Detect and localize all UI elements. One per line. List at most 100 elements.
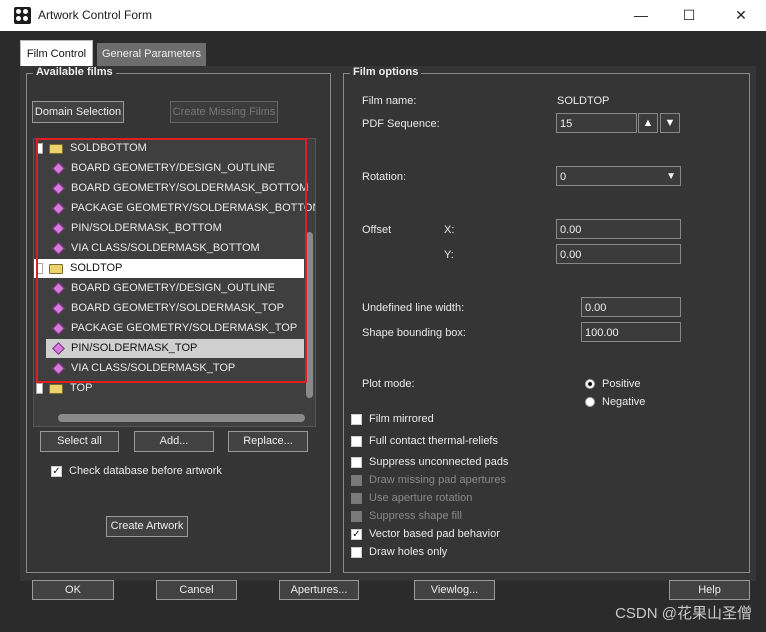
layer-item[interactable]: VIA CLASS/SOLDERMASK_BOTTOM <box>46 239 304 258</box>
option-label: Use aperture rotation <box>369 492 473 504</box>
film-item[interactable]: SOLDTOP <box>34 259 304 278</box>
layer-icon <box>52 242 65 255</box>
tab-film-control[interactable]: Film Control <box>20 40 93 66</box>
create-artwork-button[interactable]: Create Artwork <box>106 516 188 537</box>
shape-bounding-box-input[interactable]: 100.00 <box>581 322 681 342</box>
shape-bounding-box-label: Shape bounding box: <box>362 327 466 339</box>
option-checkbox[interactable] <box>351 475 362 486</box>
title-bar: Artwork Control Form — ☐ ✕ <box>0 0 766 31</box>
option-checkbox[interactable] <box>351 414 362 425</box>
watermark: CSDN @花果山圣僧 <box>615 605 752 622</box>
offset-y-label: Y: <box>444 249 454 261</box>
film-options-title: Film options <box>350 66 422 78</box>
option-checkbox[interactable] <box>351 547 362 558</box>
film-checkbox[interactable] <box>36 383 43 394</box>
ok-button[interactable]: OK <box>32 580 114 600</box>
add-button[interactable]: Add... <box>134 431 214 452</box>
layer-icon <box>52 222 65 235</box>
option-label: Vector based pad behavior <box>369 528 500 540</box>
maximize-button[interactable]: ☐ <box>666 0 712 31</box>
create-missing-films-button[interactable]: Create Missing Films <box>170 101 278 123</box>
layer-item[interactable]: BOARD GEOMETRY/DESIGN_OUTLINE <box>46 279 304 298</box>
layer-item[interactable]: BOARD GEOMETRY/SOLDERMASK_BOTTOM <box>46 179 308 198</box>
layer-icon <box>52 182 65 195</box>
option-label: Full contact thermal-reliefs <box>369 435 498 447</box>
option-checkbox[interactable] <box>351 511 362 522</box>
layer-label: PACKAGE GEOMETRY/SOLDERMASK_BOTTOM <box>71 202 316 214</box>
layer-icon <box>52 342 65 355</box>
film-checkbox[interactable] <box>36 263 43 274</box>
close-button[interactable]: ✕ <box>718 0 764 31</box>
film-checkbox[interactable] <box>36 143 43 154</box>
layer-icon <box>52 162 65 175</box>
layer-icon <box>52 322 65 335</box>
option-checkbox[interactable] <box>351 493 362 504</box>
option-label: Suppress unconnected pads <box>369 456 509 468</box>
option-label: Suppress shape fill <box>369 510 462 522</box>
layer-item[interactable]: VIA CLASS/SOLDERMASK_TOP <box>46 359 304 378</box>
negative-label: Negative <box>602 396 646 408</box>
folder-icon <box>49 144 63 154</box>
option-checkbox[interactable]: ✓ <box>351 529 362 540</box>
pdf-sequence-down-icon[interactable]: ▼ <box>660 113 680 133</box>
layer-icon <box>52 282 65 295</box>
film-label: TOP <box>70 382 93 394</box>
tree-horizontal-scrollbar[interactable] <box>58 414 305 422</box>
option-label: Draw holes only <box>369 546 448 558</box>
rotation-select[interactable]: 0 ▼ <box>556 166 681 186</box>
film-name-value: SOLDTOP <box>557 95 610 107</box>
select-all-button[interactable]: Select all <box>40 431 119 452</box>
rotation-value: 0 <box>560 171 567 183</box>
window-title: Artwork Control Form <box>38 8 153 22</box>
offset-y-input[interactable]: 0.00 <box>556 244 681 264</box>
films-tree[interactable]: SOLDBOTTOM BOARD GEOMETRY/DESIGN_OUTLINE B… <box>33 138 316 427</box>
pdf-sequence-input[interactable]: 15 <box>556 113 637 133</box>
undefined-line-width-label: Undefined line width: <box>362 302 465 314</box>
undefined-line-width-input[interactable]: 0.00 <box>581 297 681 317</box>
layer-item[interactable]: PACKAGE GEOMETRY/SOLDERMASK_TOP <box>46 319 304 338</box>
layer-item[interactable]: BOARD GEOMETRY/SOLDERMASK_TOP <box>46 299 304 318</box>
chevron-down-icon: ▼ <box>666 171 676 182</box>
folder-icon <box>49 384 63 394</box>
rotation-label: Rotation: <box>362 171 407 183</box>
positive-label: Positive <box>602 378 641 390</box>
replace-button[interactable]: Replace... <box>228 431 308 452</box>
layer-label: PACKAGE GEOMETRY/SOLDERMASK_TOP <box>71 322 298 334</box>
offset-x-input[interactable]: 0.00 <box>556 219 681 239</box>
layer-label: PIN/SOLDERMASK_TOP <box>71 342 198 354</box>
layer-label: BOARD GEOMETRY/DESIGN_OUTLINE <box>71 162 275 174</box>
positive-radio[interactable] <box>585 379 595 389</box>
negative-radio[interactable] <box>585 397 595 407</box>
layer-item[interactable]: PIN/SOLDERMASK_BOTTOM <box>46 219 304 238</box>
option-checkbox[interactable] <box>351 457 362 468</box>
pdf-sequence-up-icon[interactable]: ▲ <box>638 113 658 133</box>
layer-icon <box>52 302 65 315</box>
tree-vertical-scrollbar[interactable] <box>306 232 313 398</box>
cancel-button[interactable]: Cancel <box>156 580 237 600</box>
film-label: SOLDTOP <box>70 262 123 274</box>
viewlog-button[interactable]: Viewlog... <box>414 580 495 600</box>
minimize-button[interactable]: — <box>618 0 664 31</box>
available-films-title: Available films <box>33 66 116 78</box>
help-button[interactable]: Help <box>669 580 750 600</box>
check-database-checkbox[interactable]: ✓ <box>51 466 62 477</box>
option-checkbox[interactable] <box>351 436 362 447</box>
plot-mode-label: Plot mode: <box>362 378 415 390</box>
film-item[interactable]: SOLDBOTTOM <box>34 139 304 158</box>
layer-item[interactable]: PACKAGE GEOMETRY/SOLDERMASK_BOTTOM <box>46 199 315 218</box>
layer-label: BOARD GEOMETRY/SOLDERMASK_BOTTOM <box>71 182 309 194</box>
tab-general-parameters[interactable]: General Parameters <box>97 43 206 66</box>
check-database-label: Check database before artwork <box>69 465 222 477</box>
layer-icon <box>52 362 65 375</box>
layer-item[interactable]: BOARD GEOMETRY/DESIGN_OUTLINE <box>46 159 304 178</box>
layer-item[interactable]: PIN/SOLDERMASK_TOP <box>46 339 304 358</box>
layer-label: VIA CLASS/SOLDERMASK_BOTTOM <box>71 242 260 254</box>
film-label: SOLDBOTTOM <box>70 142 147 154</box>
folder-icon <box>49 264 63 274</box>
domain-selection-button[interactable]: Domain Selection <box>32 101 124 123</box>
layer-label: PIN/SOLDERMASK_BOTTOM <box>71 222 222 234</box>
film-item[interactable]: TOP <box>34 379 304 398</box>
film-name-label: Film name: <box>362 95 417 107</box>
layer-label: BOARD GEOMETRY/SOLDERMASK_TOP <box>71 302 284 314</box>
apertures-button[interactable]: Apertures... <box>279 580 359 600</box>
